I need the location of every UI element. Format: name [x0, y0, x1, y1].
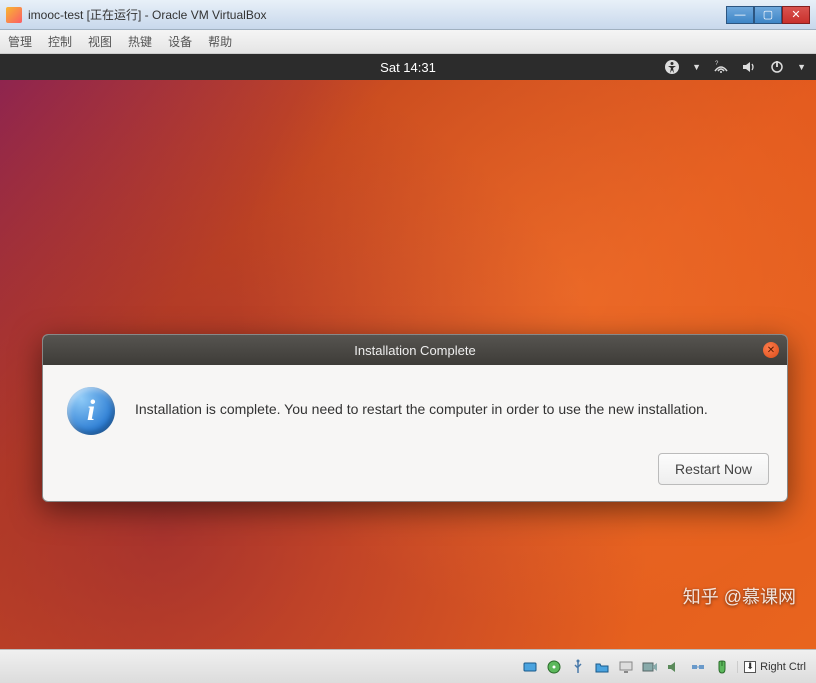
window-titlebar: imooc-test [正在运行] - Oracle VM VirtualBox… [0, 0, 816, 30]
dialog-close-button[interactable]: ✕ [763, 342, 779, 358]
restart-now-button[interactable]: Restart Now [658, 453, 769, 485]
maximize-button[interactable]: ▢ [754, 6, 782, 24]
chevron-down-icon[interactable]: ▼ [797, 62, 806, 72]
chevron-down-icon[interactable]: ▼ [692, 62, 701, 72]
close-button[interactable]: ✕ [782, 6, 810, 24]
virtualbox-menubar: 管理 控制 视图 热键 设备 帮助 [0, 30, 816, 54]
watermark: 知乎 @慕课网 [683, 583, 796, 609]
optical-disk-icon[interactable] [545, 658, 563, 676]
dialog-title: Installation Complete [354, 343, 475, 358]
network-icon[interactable]: ? [713, 59, 729, 75]
app-icon [6, 7, 22, 23]
hard-disk-icon[interactable] [521, 658, 539, 676]
dialog-actions: Restart Now [43, 453, 787, 501]
dialog-body: i Installation is complete. You need to … [43, 365, 787, 453]
menu-devices[interactable]: 设备 [168, 33, 192, 50]
host-key-label: Right Ctrl [760, 661, 806, 673]
menu-view[interactable]: 视图 [88, 33, 112, 50]
guest-display[interactable]: Sat 14:31 ▼ ? ▼ Installation Complete ✕ … [0, 54, 816, 649]
host-key-indicator[interactable]: ⬇ Right Ctrl [737, 661, 806, 673]
menu-help[interactable]: 帮助 [208, 33, 232, 50]
usb-icon[interactable] [569, 658, 587, 676]
network-status-icon[interactable] [689, 658, 707, 676]
dialog-message: Installation is complete. You need to re… [135, 387, 708, 417]
display-icon[interactable] [617, 658, 635, 676]
minimize-button[interactable]: — [726, 6, 754, 24]
audio-status-icon[interactable] [665, 658, 683, 676]
menu-control[interactable]: 控制 [48, 33, 72, 50]
clock[interactable]: Sat 14:31 [380, 60, 436, 75]
volume-icon[interactable] [741, 59, 757, 75]
svg-text:?: ? [715, 61, 719, 67]
accessibility-icon[interactable] [664, 59, 680, 75]
mouse-integration-icon[interactable] [713, 658, 731, 676]
info-icon: i [67, 387, 115, 435]
dialog-titlebar[interactable]: Installation Complete ✕ [43, 335, 787, 365]
recording-icon[interactable] [641, 658, 659, 676]
window-controls: — ▢ ✕ [726, 6, 810, 24]
host-key-arrow-icon: ⬇ [744, 661, 756, 673]
system-tray: ▼ ? ▼ [664, 59, 806, 75]
menu-manage[interactable]: 管理 [8, 33, 32, 50]
virtualbox-statusbar: ⬇ Right Ctrl [0, 649, 816, 683]
installation-complete-dialog: Installation Complete ✕ i Installation i… [42, 334, 788, 502]
menu-hotkeys[interactable]: 热键 [128, 33, 152, 50]
window-title: imooc-test [正在运行] - Oracle VM VirtualBox [28, 6, 726, 23]
power-icon[interactable] [769, 59, 785, 75]
shared-folders-icon[interactable] [593, 658, 611, 676]
ubuntu-topbar: Sat 14:31 ▼ ? ▼ [0, 54, 816, 80]
